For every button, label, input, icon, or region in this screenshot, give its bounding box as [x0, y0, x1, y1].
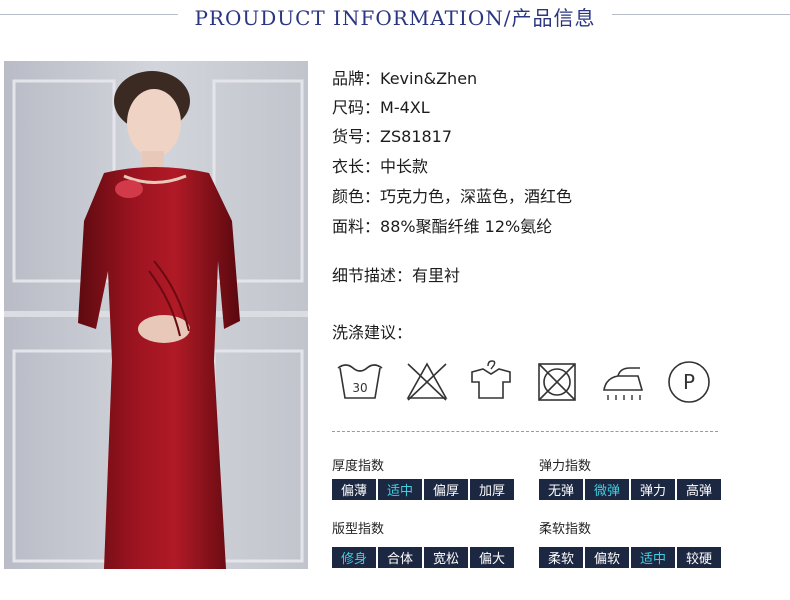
elasticity-option: 弹力 — [631, 479, 675, 500]
detail-description-label: 细节描述： — [332, 266, 413, 285]
detail-description-value: 有里衬 — [412, 266, 461, 285]
spec-item-number-value: ZS81817 — [380, 127, 453, 146]
spec-fabric-value: 88%聚酯纤维 12%氨纶 — [380, 217, 553, 236]
spec-length-label: 衣长： — [332, 157, 381, 176]
care-title: 洗涤建议： — [332, 323, 413, 342]
wash-temperature: 30 — [352, 381, 367, 395]
spec-length-value: 中长款 — [380, 157, 429, 176]
elasticity-index-title: 弹力指数 — [539, 459, 592, 474]
thickness-option: 偏薄 — [332, 479, 376, 500]
dry-clean-p-icon: P — [662, 356, 716, 406]
spec-item-number-label: 货号： — [332, 127, 381, 146]
fit-option-selected: 修身 — [332, 547, 376, 568]
spec-brand-value: Kevin&Zhen — [380, 69, 478, 88]
detail-description: 细节描述：有里衬 — [332, 262, 460, 286]
thickness-option: 偏厚 — [424, 479, 468, 500]
spec-length: 衣长：中长款 — [332, 153, 428, 177]
care-icons: 30 P — [330, 356, 720, 406]
softness-option: 偏软 — [585, 547, 629, 568]
hand-wash-30-icon: 30 — [334, 356, 388, 406]
spec-fabric: 面料：88%聚酯纤维 12%氨纶 — [332, 213, 552, 237]
fit-index-title: 版型指数 — [332, 522, 385, 537]
spec-brand-label: 品牌： — [332, 69, 381, 88]
thickness-index-title: 厚度指数 — [332, 459, 385, 474]
fit-option: 合体 — [378, 547, 422, 568]
spec-color-value: 巧克力色，深蓝色，酒红色 — [380, 187, 573, 206]
softness-option-selected: 适中 — [631, 547, 675, 568]
spec-fabric-label: 面料： — [332, 217, 381, 236]
softness-index-title: 柔软指数 — [539, 522, 592, 537]
dry-clean-letter: P — [683, 370, 695, 394]
spec-size-value: M-4XL — [380, 98, 430, 117]
product-photo — [4, 61, 308, 569]
hang-dry-icon — [464, 356, 518, 406]
spec-item-number: 货号：ZS81817 — [332, 123, 452, 147]
spec-size-label: 尺码： — [332, 98, 381, 117]
section-header: PROUDUCT INFORMATION/产品信息 — [0, 0, 790, 34]
header-divider-right — [612, 14, 790, 15]
iron-icon — [596, 356, 650, 406]
spec-color: 颜色：巧克力色，深蓝色，酒红色 — [332, 183, 572, 207]
softness-scale: 柔软 偏软 适中 较硬 — [539, 547, 721, 568]
header-divider-left — [0, 14, 178, 15]
no-bleach-icon — [400, 356, 454, 406]
fit-option: 偏大 — [470, 547, 514, 568]
spec-brand: 品牌：Kevin&Zhen — [332, 65, 477, 89]
no-tumble-dry-icon — [530, 356, 584, 406]
section-divider — [332, 431, 718, 432]
spec-size: 尺码：M-4XL — [332, 94, 430, 118]
fit-option: 宽松 — [424, 547, 468, 568]
spec-color-label: 颜色： — [332, 187, 381, 206]
elasticity-option: 无弹 — [539, 479, 583, 500]
fit-scale: 修身 合体 宽松 偏大 — [332, 547, 514, 568]
thickness-option-selected: 适中 — [378, 479, 422, 500]
elasticity-option: 高弹 — [677, 479, 721, 500]
thickness-option: 加厚 — [470, 479, 514, 500]
thickness-scale: 偏薄 适中 偏厚 加厚 — [332, 479, 514, 500]
section-title: PROUDUCT INFORMATION/产品信息 — [194, 6, 596, 30]
softness-option: 较硬 — [677, 547, 721, 568]
softness-option: 柔软 — [539, 547, 583, 568]
elasticity-scale: 无弹 微弹 弹力 高弹 — [539, 479, 721, 500]
elasticity-option-selected: 微弹 — [585, 479, 629, 500]
